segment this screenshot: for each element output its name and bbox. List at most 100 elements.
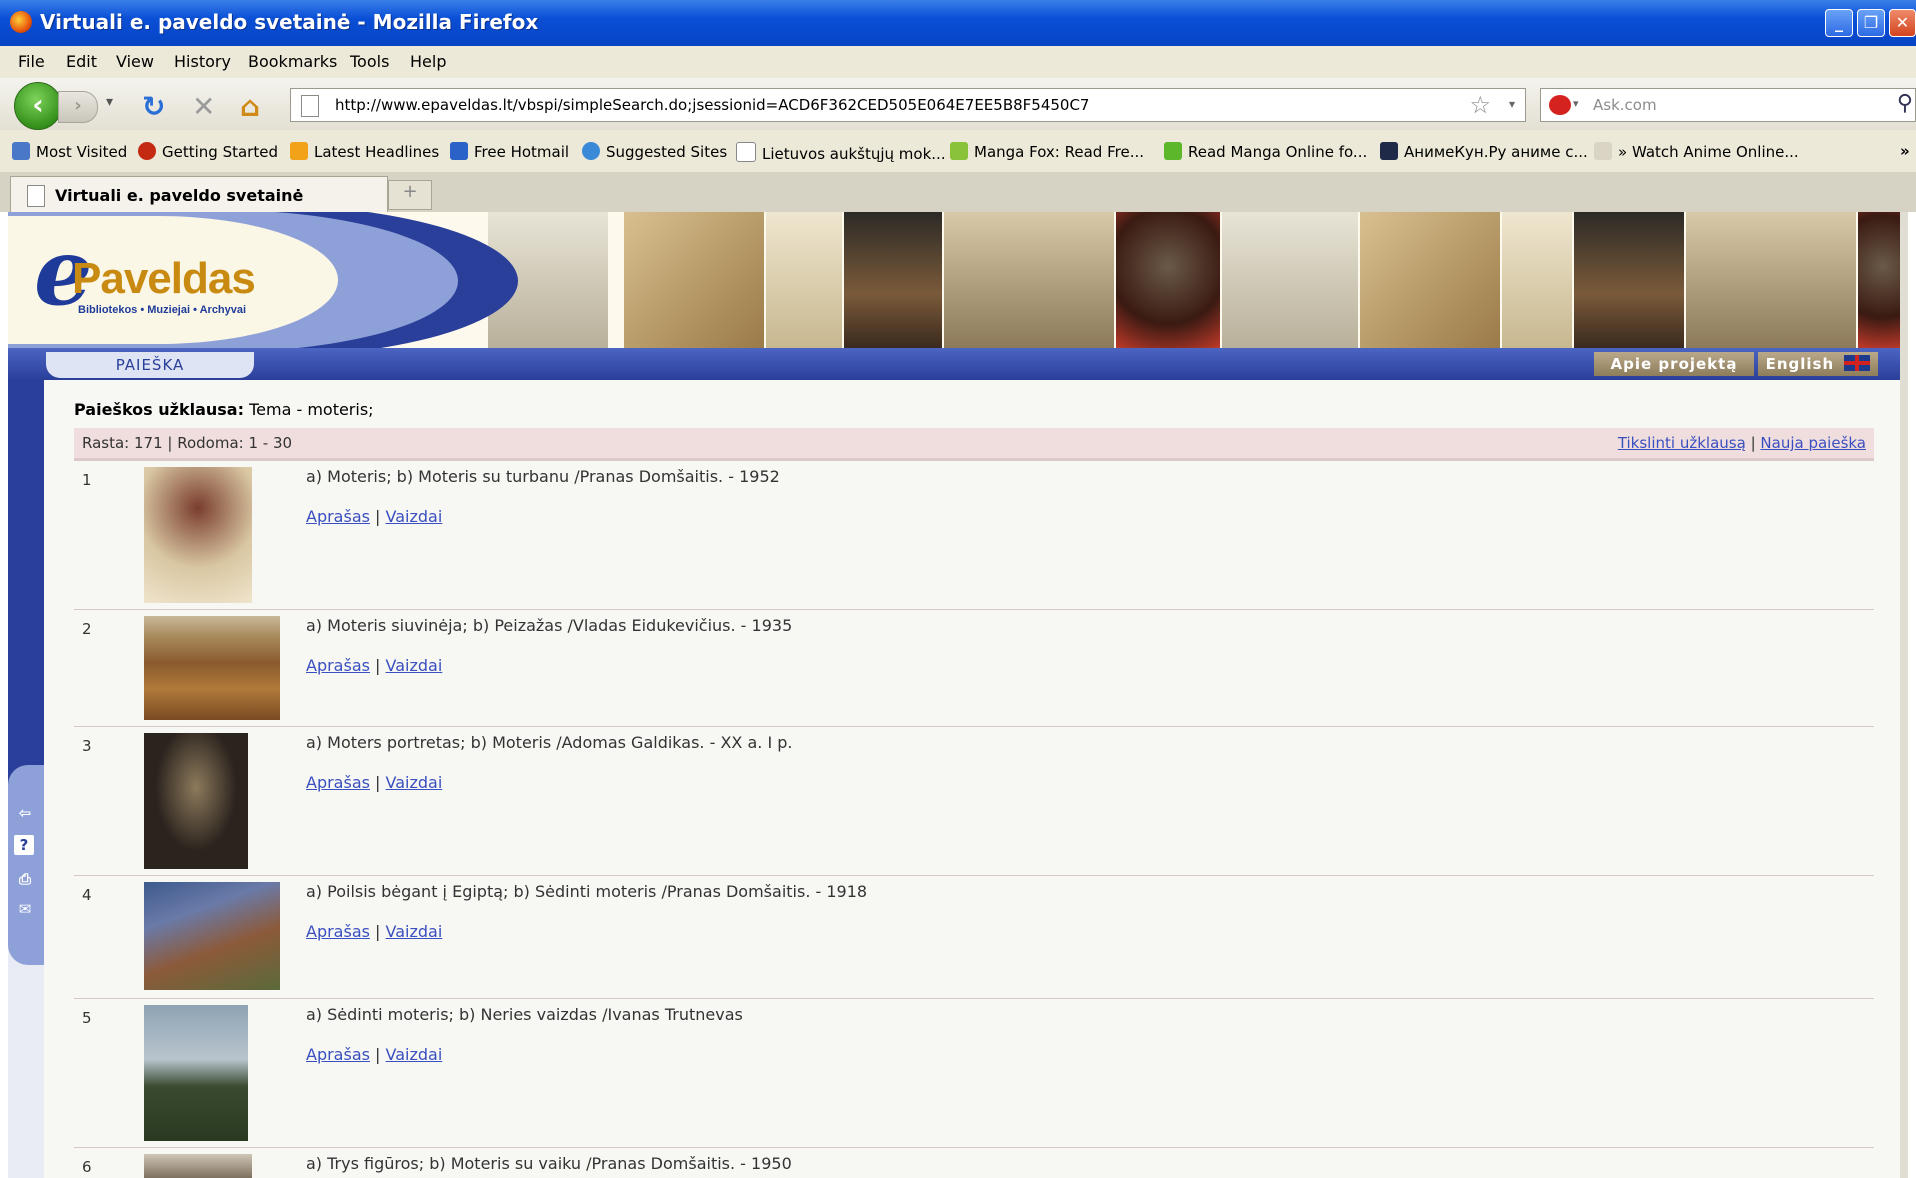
page-icon — [301, 95, 319, 117]
images-link[interactable]: Vaizdai — [386, 1045, 443, 1064]
result-title: a) Moteris siuvinėja; b) Peizažas /Vlada… — [306, 616, 793, 635]
result-links: Aprašas | Vaizdai — [306, 656, 443, 675]
logo-text[interactable]: Paveldas — [72, 254, 256, 304]
tab-strip: Virtuali e. paveldo svetainė + — [0, 172, 1916, 212]
description-link[interactable]: Aprašas — [306, 1045, 370, 1064]
menu-tools[interactable]: Tools — [350, 52, 389, 71]
back-button[interactable]: ‹ — [14, 82, 62, 130]
search-icon[interactable]: ⚲ — [1897, 91, 1913, 116]
menu-view[interactable]: View — [116, 52, 154, 71]
menu-file[interactable]: File — [18, 52, 45, 71]
result-number: 5 — [82, 1009, 92, 1027]
site-banner: e Paveldas Bibliotekos • Muziejai • Arch… — [8, 212, 1908, 358]
back-arrow-icon[interactable]: ⇦ — [14, 803, 36, 823]
bookmark-manga-fox[interactable]: Manga Fox: Read Fre... — [950, 142, 1144, 161]
banner-image — [766, 212, 842, 348]
most-visited-icon — [12, 142, 30, 160]
home-icon[interactable]: ⌂ — [240, 90, 260, 123]
refine-search-link[interactable]: Tikslinti užklausą — [1618, 434, 1746, 452]
images-link[interactable]: Vaizdai — [386, 507, 443, 526]
watch-anime-icon — [1594, 142, 1612, 160]
images-link[interactable]: Vaizdai — [386, 922, 443, 941]
search-box[interactable]: ▾ Ask.com ⚲ — [1540, 88, 1916, 122]
bookmark-watch-anime[interactable]: » Watch Anime Online... — [1594, 142, 1799, 161]
search-placeholder[interactable]: Ask.com — [1593, 96, 1657, 114]
result-row: 5 a) Sėdinti moteris; b) Neries vaizdas … — [74, 998, 1874, 1147]
url-dropdown-icon[interactable]: ▾ — [1509, 97, 1515, 111]
new-tab-button[interactable]: + — [388, 180, 432, 210]
page-scrollbar[interactable] — [1900, 212, 1908, 1178]
banner-image — [1116, 212, 1220, 348]
description-link[interactable]: Aprašas — [306, 656, 370, 675]
result-title: a) Moters portretas; b) Moteris /Adomas … — [306, 733, 793, 752]
bookmark-star-icon[interactable]: ☆ — [1469, 91, 1491, 119]
uk-flag-icon — [1844, 355, 1871, 371]
result-thumbnail[interactable] — [144, 467, 252, 603]
bookmark-read-manga[interactable]: Read Manga Online fo... — [1164, 142, 1367, 161]
images-link[interactable]: Vaizdai — [386, 773, 443, 792]
description-link[interactable]: Aprašas — [306, 773, 370, 792]
stop-icon[interactable]: ✕ — [192, 90, 215, 123]
menu-bar: File Edit View History Bookmarks Tools H… — [0, 46, 1916, 78]
description-link[interactable]: Aprašas — [306, 507, 370, 526]
history-dropdown-icon[interactable]: ▾ — [106, 94, 113, 110]
result-links: Aprašas | Vaizdai — [306, 922, 443, 941]
nav-search-tab[interactable]: PAIEŠKA — [46, 352, 254, 378]
site-nav: PAIEŠKA Apie projektą English — [8, 348, 1908, 380]
rss-icon — [290, 142, 308, 160]
menu-bookmarks[interactable]: Bookmarks — [248, 52, 337, 71]
search-query: Paieškos užklausa: Tema - moteris; — [74, 400, 374, 419]
bookmark-most-visited[interactable]: Most Visited — [12, 142, 127, 161]
help-icon[interactable]: ? — [14, 835, 34, 855]
about-project-button[interactable]: Apie projektą — [1594, 352, 1754, 376]
page-bookmark-icon — [736, 142, 756, 162]
msn-icon — [450, 142, 468, 160]
close-button[interactable]: ✕ — [1889, 9, 1916, 37]
result-row: 2 a) Moteris siuvinėja; b) Peizažas /Vla… — [74, 609, 1874, 726]
minimize-button[interactable]: _ — [1825, 9, 1853, 37]
banner-image — [1222, 212, 1358, 348]
bookmark-suggested-sites[interactable]: Suggested Sites — [582, 142, 727, 161]
images-link[interactable]: Vaizdai — [386, 656, 443, 675]
query-value: Tema - moteris; — [249, 400, 374, 419]
search-actions: Tikslinti užklausą | Nauja paieška — [1617, 434, 1866, 452]
url-text[interactable]: http://www.epaveldas.lt/vbspi/simpleSear… — [335, 96, 1089, 114]
description-link[interactable]: Aprašas — [306, 922, 370, 941]
bookmark-lietuvos[interactable]: Lietuvos aukštųjų mok... — [736, 142, 946, 163]
result-number: 4 — [82, 886, 92, 904]
english-button[interactable]: English — [1758, 352, 1878, 376]
banner-image — [944, 212, 1114, 348]
email-icon[interactable]: ✉ — [14, 899, 36, 919]
menu-help[interactable]: Help — [410, 52, 446, 71]
bookmark-getting-started[interactable]: Getting Started — [138, 142, 278, 161]
query-label: Paieškos užklausa: — [74, 400, 244, 419]
bookmarks-toolbar: Most Visited Getting Started Latest Head… — [0, 130, 1916, 173]
nav-toolbar: ‹ › ▾ ↻ ✕ ⌂ http://www.epaveldas.lt/vbsp… — [0, 78, 1916, 130]
result-thumbnail[interactable] — [144, 616, 280, 720]
bookmark-animekun[interactable]: АнимеКун.Ру аниме с... — [1380, 142, 1588, 161]
menu-edit[interactable]: Edit — [66, 52, 97, 71]
result-thumbnail[interactable] — [144, 733, 248, 869]
restore-button[interactable]: ❐ — [1857, 9, 1885, 37]
result-title: a) Poilsis bėgant į Egiptą; b) Sėdinti m… — [306, 882, 868, 901]
result-thumbnail[interactable] — [144, 1005, 248, 1141]
reload-icon[interactable]: ↻ — [142, 90, 165, 123]
left-sidebar: ⇦ ? ⎙ ✉ — [8, 380, 44, 1178]
bookmarks-overflow-icon[interactable]: » — [1900, 142, 1910, 160]
bookmark-latest-headlines[interactable]: Latest Headlines — [290, 142, 439, 161]
forward-button[interactable]: › — [58, 91, 98, 123]
print-icon[interactable]: ⎙ — [14, 869, 36, 889]
result-title: a) Moteris; b) Moteris su turbanu /Prana… — [306, 467, 780, 486]
ask-engine-icon[interactable] — [1549, 95, 1571, 115]
engine-dropdown-icon[interactable]: ▾ — [1573, 97, 1579, 110]
bookmark-free-hotmail[interactable]: Free Hotmail — [450, 142, 569, 161]
url-bar[interactable]: http://www.epaveldas.lt/vbspi/simpleSear… — [290, 88, 1526, 122]
result-thumbnail[interactable] — [144, 882, 280, 990]
result-title: a) Sėdinti moteris; b) Neries vaizdas /I… — [306, 1005, 743, 1024]
result-thumbnail[interactable] — [144, 1154, 252, 1178]
menu-history[interactable]: History — [174, 52, 231, 71]
result-number: 2 — [82, 620, 92, 638]
tab-virtuali[interactable]: Virtuali e. paveldo svetainė — [10, 176, 388, 212]
result-links: Aprašas | Vaizdai — [306, 507, 443, 526]
new-search-link[interactable]: Nauja paieška — [1760, 434, 1866, 452]
